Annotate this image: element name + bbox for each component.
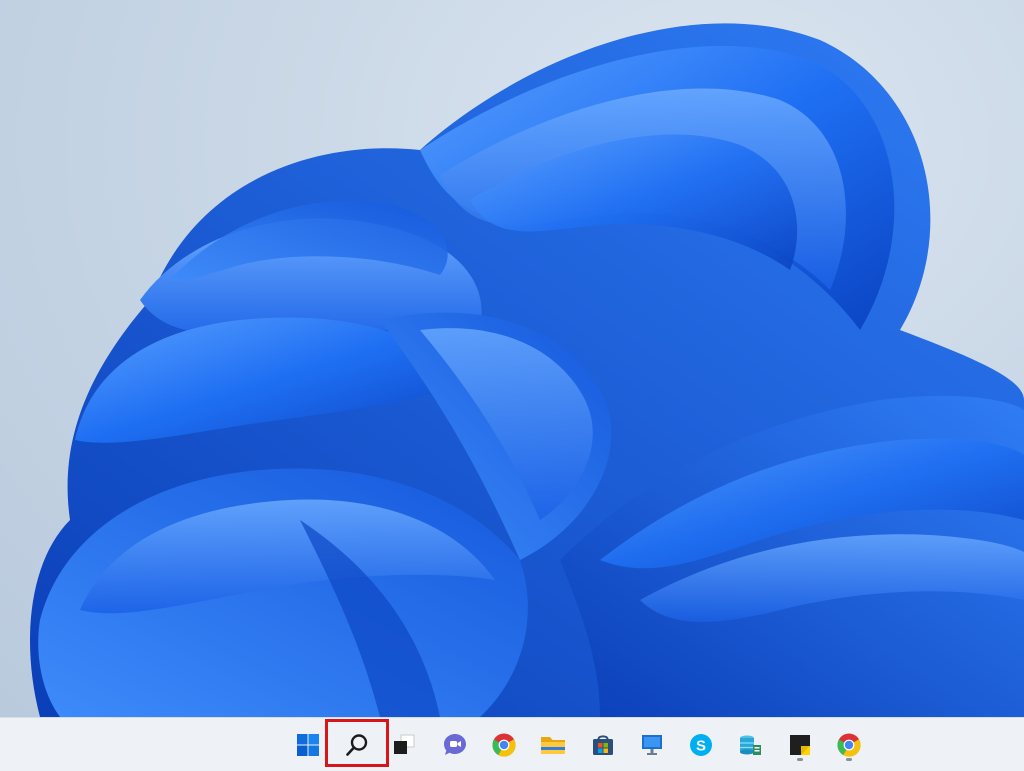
server-manager-button[interactable] [732, 727, 768, 763]
running-indicator [846, 758, 852, 761]
microsoft-store-icon [593, 735, 613, 755]
skype-icon: S [690, 734, 712, 756]
running-indicator [797, 758, 803, 761]
chat-button[interactable] [437, 727, 473, 763]
search-highlight-box [325, 719, 389, 767]
task-view-button[interactable] [386, 727, 422, 763]
chrome-icon [492, 733, 516, 757]
start-button[interactable] [290, 727, 326, 763]
desktop [0, 0, 1024, 717]
svg-text:S: S [696, 738, 706, 755]
remote-desktop-icon [642, 735, 662, 755]
sticky-notes-icon [790, 735, 810, 755]
folder-icon [541, 737, 565, 754]
chrome-button[interactable] [486, 727, 522, 763]
server-manager-icon [740, 735, 761, 755]
remote-desktop-button[interactable] [634, 727, 670, 763]
skype-button[interactable]: S [683, 727, 719, 763]
chrome-icon [837, 733, 861, 757]
teams-chat-icon [444, 734, 466, 755]
taskbar: S [0, 717, 1024, 771]
store-button[interactable] [585, 727, 621, 763]
windows-logo-icon [297, 734, 319, 756]
sticky-notes-button[interactable] [782, 727, 818, 763]
file-explorer-button[interactable] [535, 727, 571, 763]
windows-bloom-wallpaper [30, 23, 1024, 717]
task-view-icon [394, 734, 415, 754]
chrome-2-button[interactable] [831, 727, 867, 763]
